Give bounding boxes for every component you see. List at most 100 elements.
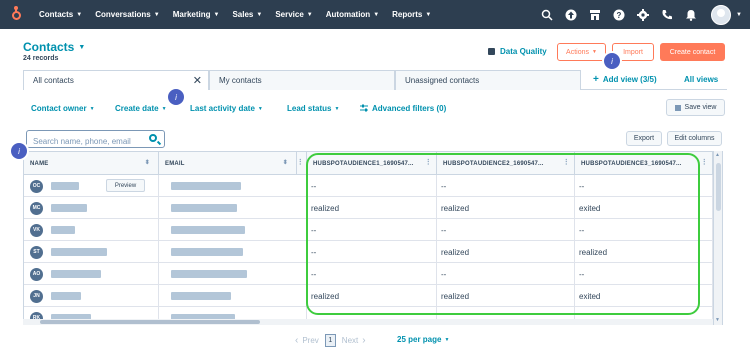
info-marker-icon[interactable]: i	[168, 89, 184, 105]
redacted-email	[171, 248, 243, 256]
chevron-down-icon: ▼	[592, 49, 597, 55]
chevron-down-icon: ▼	[153, 11, 160, 18]
nav-sales[interactable]: Sales ▼	[232, 10, 262, 19]
upgrade-icon[interactable]	[565, 9, 577, 21]
filter-sliders-icon	[360, 104, 368, 114]
table-row[interactable]: OC Preview -- -- --	[24, 175, 722, 197]
scroll-thumb[interactable]	[716, 163, 721, 211]
info-marker-icon[interactable]: i	[11, 143, 27, 159]
nav-label: Sales	[232, 10, 254, 19]
chevron-down-icon: ▼	[306, 11, 313, 18]
notifications-icon[interactable]	[685, 9, 697, 21]
search-icon[interactable]	[149, 134, 157, 142]
name-cell[interactable]: VK	[24, 219, 159, 241]
table-row[interactable]: VK -- -- --	[24, 219, 722, 241]
user-avatar[interactable]	[711, 4, 732, 25]
nav-marketing[interactable]: Marketing ▼	[173, 10, 220, 19]
import-label: Import	[623, 48, 643, 56]
redacted-name	[51, 248, 107, 256]
scroll-up-icon[interactable]: ▲	[715, 152, 720, 158]
sort-icon[interactable]: ⬍	[145, 159, 150, 166]
search-icon[interactable]	[541, 9, 553, 21]
more-icon[interactable]: ⋮	[563, 158, 570, 166]
filter-last-activity-date[interactable]: Last activity date ▼	[190, 104, 263, 113]
per-page-label: 25 per page	[397, 335, 442, 344]
info-marker-icon[interactable]: i	[604, 53, 620, 69]
next-button[interactable]: Next	[342, 336, 358, 345]
column-header-audience3[interactable]: HUBSPOTAUDIENCE3_1690547... ⋮	[575, 152, 713, 175]
column-header-email[interactable]: EMAIL ⬍	[159, 152, 297, 175]
audience1-cell: realized	[307, 197, 437, 219]
redacted-email	[171, 270, 247, 278]
email-cell	[159, 241, 307, 263]
preview-button[interactable]: Preview	[106, 179, 145, 192]
nav-service[interactable]: Service ▼	[275, 10, 312, 19]
close-icon[interactable]: ✕	[193, 74, 202, 87]
save-view-button[interactable]: Save view	[666, 99, 725, 116]
table-row[interactable]: JN realized realized exited	[24, 285, 722, 307]
more-icon[interactable]: ⋮	[425, 158, 432, 166]
calling-icon[interactable]	[661, 9, 673, 21]
table-row[interactable]: ST -- realized realized	[24, 241, 722, 263]
hubspot-logo-icon[interactable]	[9, 6, 24, 22]
edit-columns-button[interactable]: Edit columns	[667, 131, 722, 146]
all-views-link[interactable]: All views	[684, 75, 718, 84]
filter-contact-owner[interactable]: Contact owner ▼	[31, 104, 95, 113]
chevron-left-icon[interactable]: ‹	[295, 335, 298, 346]
name-cell[interactable]: JN	[24, 285, 159, 307]
nav-conversations[interactable]: Conversations ▼	[95, 10, 160, 19]
per-page-select[interactable]: 25 per page ▼	[397, 335, 449, 344]
data-quality-label: Data Quality	[500, 47, 547, 56]
chevron-down-icon[interactable]: ▼	[736, 12, 742, 18]
nav-contacts[interactable]: Contacts ▼	[39, 10, 82, 19]
sort-icon[interactable]: ⬍	[283, 159, 288, 166]
column-header-audience1[interactable]: HUBSPOTAUDIENCE1_1690547... ⋮	[307, 152, 437, 175]
table-row[interactable]: AO -- -- --	[24, 263, 722, 285]
tab-all-contacts[interactable]: All contacts ✕	[23, 70, 209, 90]
advanced-filters-button[interactable]: Advanced filters (0)	[360, 104, 446, 114]
settings-icon[interactable]	[637, 8, 650, 21]
tab-unassigned-contacts[interactable]: Unassigned contacts	[395, 70, 581, 90]
actions-button[interactable]: Actions ▼	[557, 43, 606, 61]
data-quality-link[interactable]: Data Quality	[488, 47, 547, 56]
name-cell[interactable]: OC Preview	[24, 175, 159, 197]
nav-reports[interactable]: Reports ▼	[392, 10, 431, 19]
contact-avatar: MC	[30, 201, 43, 215]
chevron-right-icon[interactable]: ›	[362, 335, 365, 346]
help-icon[interactable]: ?	[613, 9, 625, 21]
vertical-scrollbar[interactable]: ▲ ▼	[713, 151, 722, 325]
redacted-name	[51, 292, 81, 300]
more-icon[interactable]: ⋮	[297, 158, 304, 166]
audience1-cell: --	[307, 175, 437, 197]
horizontal-scrollbar[interactable]	[23, 319, 713, 325]
name-cell[interactable]: AO	[24, 263, 159, 285]
search-input[interactable]	[27, 133, 142, 150]
audience1-cell: --	[307, 241, 437, 263]
nav-label: Service	[275, 10, 304, 19]
prev-button[interactable]: Prev	[302, 336, 318, 345]
actions-label: Actions	[566, 48, 589, 56]
export-button[interactable]: Export	[626, 131, 662, 146]
contact-avatar: ST	[30, 245, 43, 259]
name-cell[interactable]: ST	[24, 241, 159, 263]
page-number[interactable]: 1	[324, 333, 336, 347]
table-row[interactable]: MC realized realized exited	[24, 197, 722, 219]
scroll-thumb[interactable]	[40, 320, 260, 324]
more-icon[interactable]: ⋮	[701, 158, 708, 166]
create-contact-button[interactable]: Create contact	[660, 43, 725, 61]
page-title[interactable]: Contacts ▼	[23, 40, 85, 54]
column-header-audience2[interactable]: HUBSPOTAUDIENCE2_1690547... ⋮	[437, 152, 575, 175]
chevron-down-icon: ▼	[78, 44, 86, 52]
filter-lead-status[interactable]: Lead status ▼	[287, 104, 339, 113]
chevron-down-icon: ▼	[256, 11, 263, 18]
scroll-down-icon[interactable]: ▼	[715, 317, 720, 323]
tab-my-contacts[interactable]: My contacts	[209, 70, 395, 90]
column-header-name[interactable]: NAME ⬍	[24, 152, 159, 175]
name-cell[interactable]: MC	[24, 197, 159, 219]
redacted-email	[171, 204, 237, 212]
filter-create-date[interactable]: Create date ▼	[115, 104, 167, 113]
marketplace-icon[interactable]	[589, 9, 601, 21]
nav-automation[interactable]: Automation ▼	[326, 10, 379, 19]
nav-label: Automation	[325, 10, 371, 19]
add-view-button[interactable]: + Add view (3/5)	[593, 74, 657, 85]
